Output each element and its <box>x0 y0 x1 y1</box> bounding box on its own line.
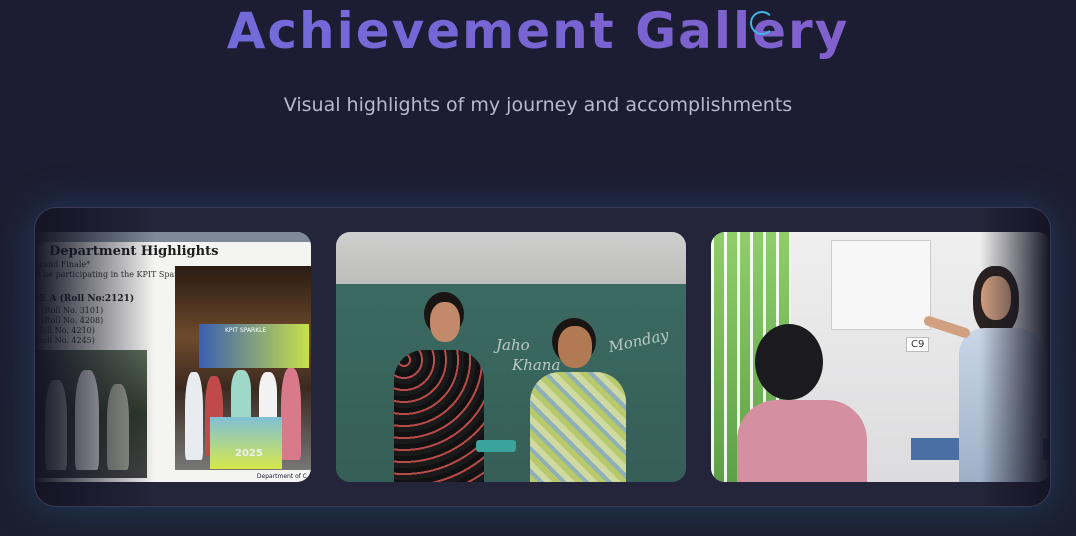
chalkboard <box>336 284 686 482</box>
slide-line: B (Roll No. 4208) <box>34 316 104 325</box>
person <box>231 370 251 420</box>
gallery-item-presentation[interactable]: C9 <box>711 232 1050 482</box>
gallery-item-department-highlights[interactable]: Department Highlights Grand Finale* ill … <box>34 232 311 482</box>
wall <box>336 232 686 284</box>
person-body <box>737 400 867 482</box>
notice-board <box>831 240 931 330</box>
slide-line: ill be participating in the KPIT Sparkle <box>34 270 191 279</box>
award-box <box>476 440 516 452</box>
banner-text: KPIT SPARKLE <box>225 327 267 334</box>
display-desk <box>210 417 282 469</box>
person <box>45 380 67 470</box>
slide-line: A (Roll No. 3101) <box>34 306 104 315</box>
person-body <box>959 328 1043 482</box>
room-label: C9 <box>906 337 930 352</box>
slide-title: Department Highlights <box>49 244 219 259</box>
person <box>281 368 301 460</box>
page-title: Achievement Gallery <box>0 2 1076 60</box>
chalk-text: Jaho <box>496 336 530 354</box>
orbit-icon <box>750 11 774 35</box>
gallery-carousel[interactable]: Department Highlights Grand Finale* ill … <box>34 207 1051 507</box>
person-face <box>430 302 460 342</box>
slide-heading: SE A (Roll No:2121) <box>34 294 135 304</box>
slide-footer: Department of C <box>256 473 307 480</box>
person-body <box>530 372 626 482</box>
page: Achievement Gallery Visual highlights of… <box>0 0 1076 536</box>
person-face <box>981 276 1011 320</box>
gallery-item-award-ceremony[interactable]: Jaho Khana Monday <box>336 232 686 482</box>
person <box>75 370 99 470</box>
chalk-text: Khana <box>512 356 561 374</box>
team-photo <box>35 350 147 478</box>
slide-line: Grand Finale* <box>34 260 91 269</box>
person-head <box>755 324 823 400</box>
person-face <box>558 326 592 368</box>
slide-line: (Roll No. 4210) <box>34 326 95 335</box>
page-subtitle: Visual highlights of my journey and acco… <box>283 94 793 116</box>
person-body <box>394 350 484 482</box>
slide-band <box>35 232 311 242</box>
person <box>185 372 203 460</box>
desk-year: 2025 <box>235 448 263 459</box>
person <box>259 372 277 422</box>
person <box>107 384 129 470</box>
slide-line: (Roll No. 4245) <box>34 336 95 345</box>
